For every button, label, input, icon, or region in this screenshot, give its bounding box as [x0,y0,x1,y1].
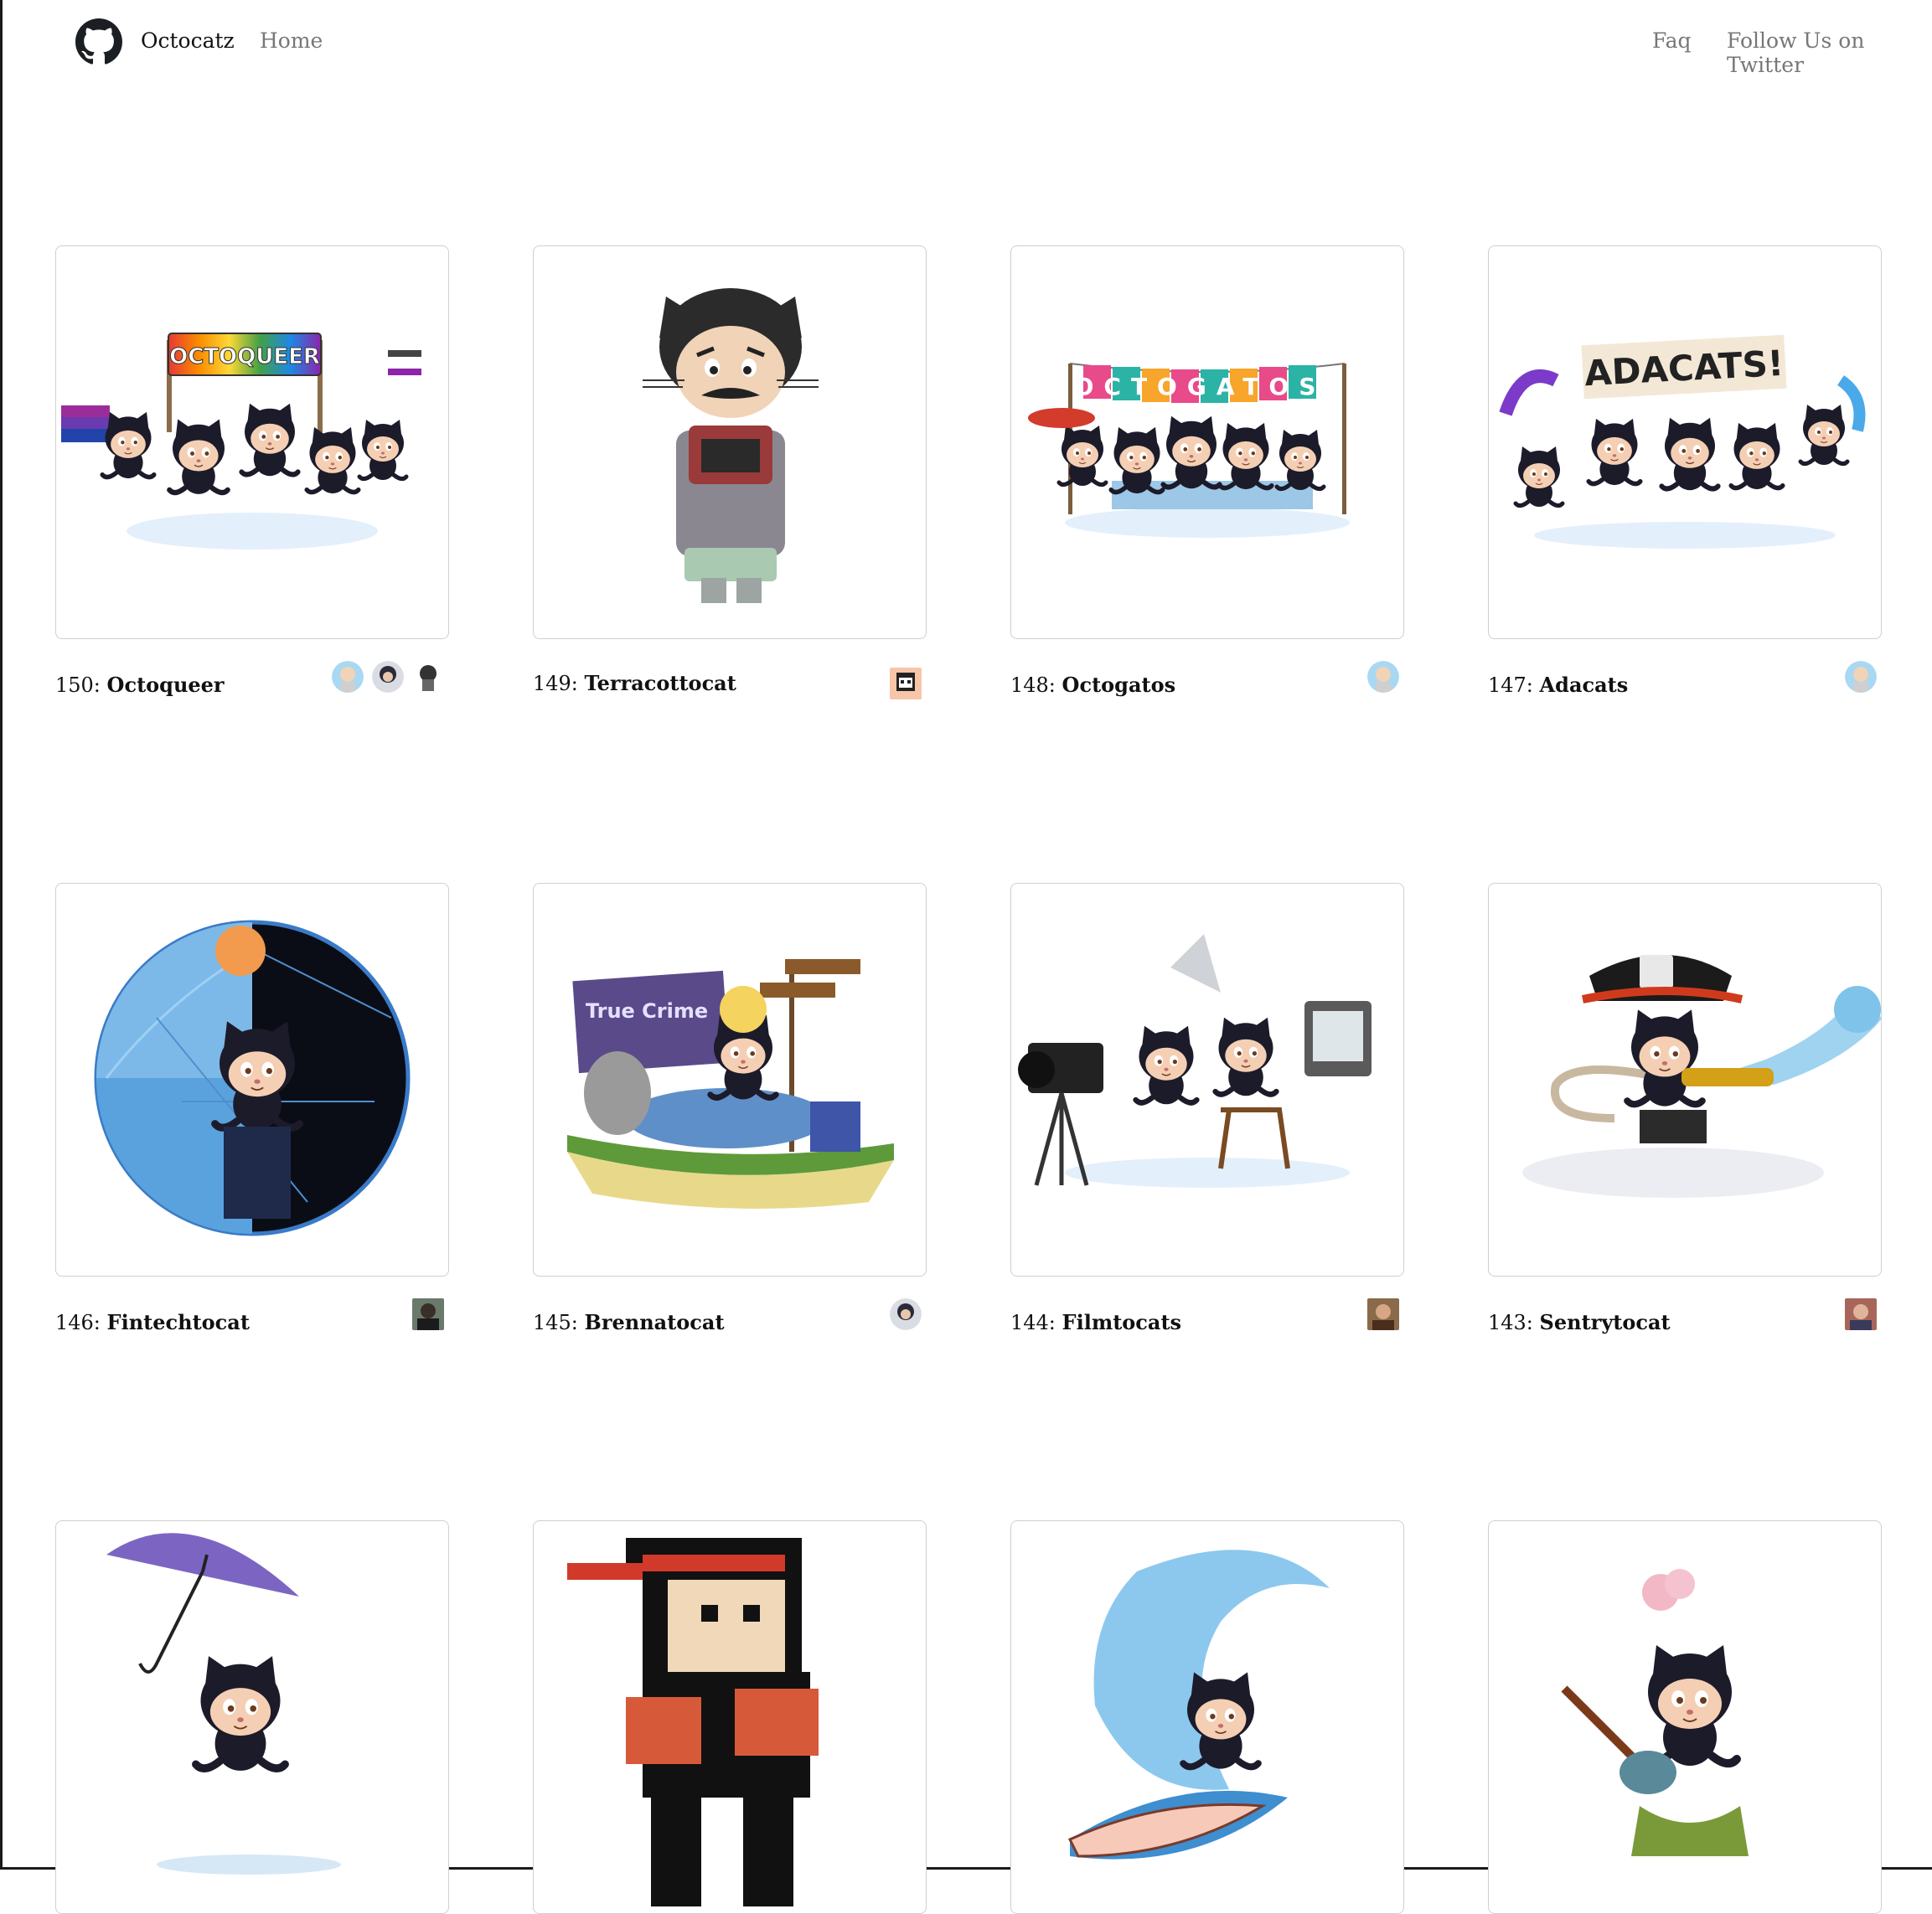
nav-faq-link[interactable]: Faq [1652,28,1692,53]
card-caption[interactable]: 147: Adacats [1488,673,1628,697]
contributor-avatars [890,1298,922,1330]
contributor-avatars [890,668,922,699]
nav-home-link[interactable]: Home [260,28,323,53]
octocat-image[interactable] [1010,1520,1404,1914]
octocat-image[interactable] [533,1520,927,1914]
octocat-image[interactable] [55,1520,449,1914]
card-number: 149: [533,672,578,695]
octocat-image[interactable]: OCTOQUEER [55,245,449,639]
card-number: 148: [1010,673,1056,697]
octocat-image[interactable] [1488,883,1882,1277]
card-caption[interactable]: 146: Fintechtocat [55,1310,250,1334]
card-caption[interactable]: 148: Octogatos [1010,673,1175,697]
contributor-avatar[interactable] [890,668,922,699]
svg-text:OCTOGATOS: OCTOGATOS [1074,373,1326,400]
octocat-card[interactable]: True Crime 145: Brennatocat [533,883,927,1334]
contributor-avatar[interactable] [412,661,444,693]
contributor-avatar[interactable] [332,661,364,693]
card-title[interactable]: Sentrytocat [1540,1310,1671,1334]
octocat-image[interactable] [1010,883,1404,1277]
contributor-avatar[interactable] [1367,661,1399,693]
card-number: 146: [55,1311,101,1334]
contributor-avatars [1845,661,1877,693]
octocat-card[interactable]: 149: Terracottocat [533,245,927,699]
card-title[interactable]: Octoqueer [107,673,225,697]
card-title[interactable]: Adacats [1540,673,1629,697]
octocat-card[interactable] [533,1520,927,1914]
contributor-avatars [412,1298,444,1330]
card-number: 147: [1488,673,1533,697]
card-caption[interactable]: 150: Octoqueer [55,673,225,697]
octocat-card[interactable] [1010,1520,1404,1914]
nav-twitter-link[interactable]: Follow Us on Twitter [1727,28,1932,77]
top-navbar: Octocatz Home Faq Follow Us on Twitter [0,0,1932,84]
card-caption[interactable]: 149: Terracottocat [533,671,736,695]
contributor-avatar[interactable] [890,1298,922,1330]
octocat-card[interactable]: ADACATS! 147: Adacats [1488,245,1882,697]
octocat-image[interactable] [533,245,927,639]
contributor-avatars [1367,1298,1399,1330]
octocat-card[interactable]: 144: Filmtocats [1010,883,1404,1334]
octocat-card[interactable]: 146: Fintechtocat [55,883,449,1334]
contributor-avatars [332,661,444,693]
octocat-card[interactable]: 143: Sentrytocat [1488,883,1882,1334]
card-number: 143: [1488,1311,1533,1334]
card-number: 144: [1010,1311,1056,1334]
octocat-card[interactable] [55,1520,449,1914]
octocat-image[interactable]: OCTOGATOS [1010,245,1404,639]
github-logo-icon[interactable] [75,18,122,65]
brand-link[interactable]: Octocatz [141,28,235,53]
octocat-image[interactable] [1488,1520,1882,1914]
contributor-avatar[interactable] [1845,1298,1877,1330]
contributor-avatar[interactable] [1845,661,1877,693]
svg-text:OCTOQUEER: OCTOQUEER [169,344,320,369]
contributor-avatars [1845,1298,1877,1330]
card-title[interactable]: Octogatos [1062,673,1176,697]
octocat-image[interactable] [55,883,449,1277]
octocat-image[interactable]: ADACATS! [1488,245,1882,639]
contributor-avatars [1367,661,1399,693]
octocat-card[interactable] [1488,1520,1882,1914]
window-left-border [0,0,3,1870]
octocat-card[interactable]: OCTOGATOS 148: Octogatos [1010,245,1404,697]
octocat-card[interactable]: OCTOQUEER 150: Octoqueer [55,245,449,697]
card-caption[interactable]: 143: Sentrytocat [1488,1310,1671,1334]
contributor-avatar[interactable] [372,661,404,693]
svg-text:True Crime: True Crime [586,999,708,1023]
card-title[interactable]: Fintechtocat [107,1310,250,1334]
card-title[interactable]: Terracottocat [585,671,736,695]
card-title[interactable]: Filmtocats [1062,1310,1182,1334]
card-number: 150: [55,673,101,697]
card-number: 145: [533,1311,578,1334]
contributor-avatar[interactable] [412,1298,444,1330]
octocat-image[interactable]: True Crime [533,883,927,1277]
card-caption[interactable]: 144: Filmtocats [1010,1310,1181,1334]
contributor-avatar[interactable] [1367,1298,1399,1330]
card-caption[interactable]: 145: Brennatocat [533,1310,725,1334]
card-title[interactable]: Brennatocat [585,1310,725,1334]
